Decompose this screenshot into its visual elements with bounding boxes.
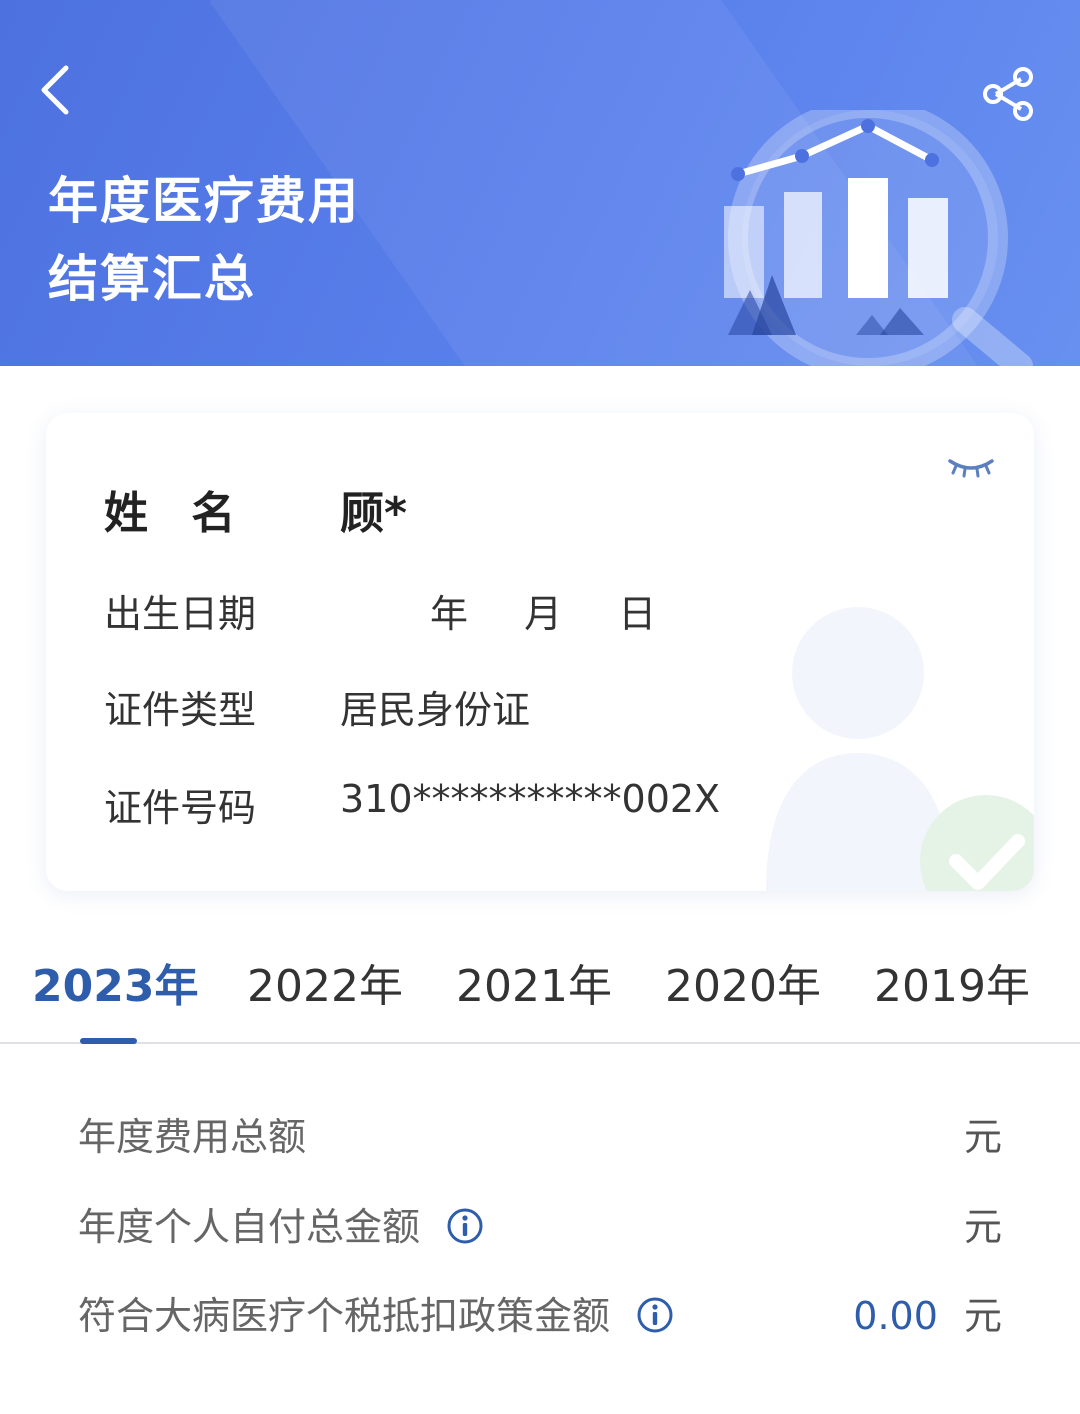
eye-closed-icon [948,459,994,478]
toggle-visibility-button[interactable] [946,453,996,483]
summary-amount: 0.00 [853,1294,938,1338]
birth-label: 出生日期 [104,592,257,636]
chart-magnifier-illustration [724,110,1033,366]
year-tabs: 2023年 2022年 2021年 2020年 2019年 [0,930,1080,1044]
back-button[interactable] [34,62,82,118]
summary-unit: 元 [963,1205,1002,1249]
user-verified-watermark-icon [766,607,1034,891]
id-type-label: 证件类型 [104,688,257,732]
tab-2020[interactable]: 2020年 [665,950,821,1014]
profile-card: 姓 名 顾* 出生日期 年 月 日 证件类型 居民身份证 证件号码 310***… [46,413,1034,891]
summary-row-deduction: 符合大病医疗个税抵扣政策金额 0.00 元 [78,1285,1002,1345]
tab-2023[interactable]: 2023年 [32,950,198,1014]
birth-month-unit: 月 [524,592,563,636]
header-banner: 年度医疗费用 结算汇总 [0,0,1080,366]
id-type-value: 居民身份证 [340,688,531,732]
tab-2019[interactable]: 2019年 [874,950,1030,1014]
birth-day-unit: 日 [618,592,657,636]
info-icon[interactable] [446,1207,484,1245]
summary-row-self-pay: 年度个人自付总金额 元 [78,1196,1002,1256]
tab-2021[interactable]: 2021年 [456,950,612,1014]
chevron-left-icon [41,65,69,115]
birth-year-unit: 年 [430,592,469,636]
summary-unit: 元 [963,1115,1002,1159]
summary-label: 年度个人自付总金额 [78,1205,421,1249]
page-title-line1: 年度医疗费用 [48,172,360,230]
name-label: 姓 名 [104,488,250,539]
summary-label: 年度费用总额 [78,1115,307,1159]
summary-unit: 元 [963,1294,1002,1338]
info-icon[interactable] [636,1296,674,1334]
active-tab-indicator [80,1038,137,1044]
name-value: 顾* [340,488,408,539]
id-number-value: 310***********002X [340,777,721,821]
summary-row-total: 年度费用总额 元 [78,1106,1002,1166]
page-title: 年度医疗费用 结算汇总 [48,162,360,318]
page-title-line2: 结算汇总 [48,250,256,308]
id-number-label: 证件号码 [104,786,257,830]
tab-2022[interactable]: 2022年 [247,950,403,1014]
birth-value: 年 月 日 [340,583,656,638]
summary-label: 符合大病医疗个税抵扣政策金额 [78,1294,611,1338]
